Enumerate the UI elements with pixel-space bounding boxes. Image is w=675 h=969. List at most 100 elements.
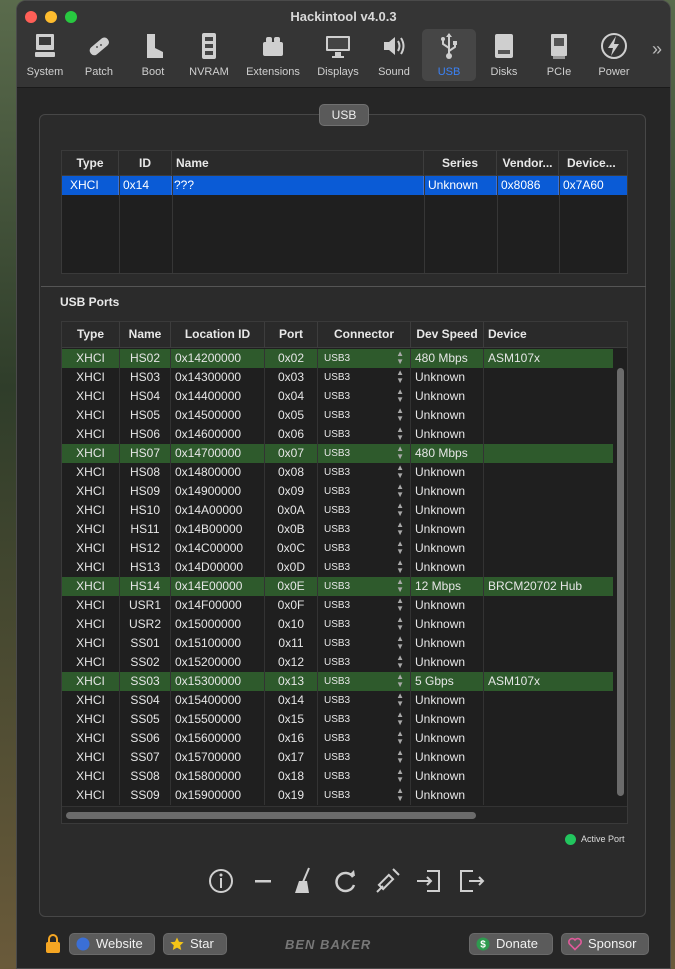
table-cell: Unknown xyxy=(411,729,484,748)
connector-select[interactable]: USB3 ▲ ▼ xyxy=(318,387,411,406)
controller-row[interactable]: XHCI 0x14 ??? Unknown 0x8086 0x7A60 xyxy=(62,176,627,195)
toolbar-overflow-button[interactable]: » xyxy=(652,39,662,60)
tab-pcie[interactable]: PCIe xyxy=(535,29,583,81)
column-header[interactable]: Port xyxy=(265,322,318,347)
table-row[interactable]: XHCI HS07 0x14700000 0x07 USB3 ▲ ▼ 480 Mbps xyxy=(62,444,613,463)
tab-disks[interactable]: Disks xyxy=(479,29,529,81)
connector-select[interactable]: USB3 ▲ ▼ xyxy=(318,558,411,577)
tab-sound[interactable]: Sound xyxy=(369,29,419,81)
table-cell-text: 0x14 xyxy=(277,693,305,707)
column-header[interactable]: Device xyxy=(484,322,627,347)
column-header[interactable]: Type xyxy=(62,151,119,175)
tab-power[interactable]: Power xyxy=(589,29,639,81)
tab-patch[interactable]: Patch xyxy=(75,29,123,81)
table-cell-text: 0x10 xyxy=(277,617,305,631)
connector-select[interactable]: USB3 ▲ ▼ xyxy=(318,349,411,368)
table-row[interactable]: XHCI HS08 0x14800000 0x08 USB3 ▲ ▼ Unknown xyxy=(62,463,613,482)
import-icon[interactable] xyxy=(413,865,445,897)
column-header[interactable]: Location ID xyxy=(171,322,265,347)
table-row[interactable]: XHCI HS10 0x14A00000 0x0A USB3 ▲ ▼ Unknown xyxy=(62,501,613,520)
table-row[interactable]: XHCI SS01 0x15100000 0x11 USB3 ▲ ▼ Unknown xyxy=(62,634,613,653)
connector-select[interactable]: USB3 ▲ ▼ xyxy=(318,406,411,425)
connector-select[interactable]: USB3 ▲ ▼ xyxy=(318,368,411,387)
table-row[interactable]: XHCI HS12 0x14C00000 0x0C USB3 ▲ ▼ Unknown xyxy=(62,539,613,558)
column-header[interactable]: Dev Speed xyxy=(411,322,484,347)
connector-select[interactable]: USB3 ▲ ▼ xyxy=(318,539,411,558)
sponsor-button[interactable]: Sponsor xyxy=(561,933,649,955)
table-row[interactable]: XHCI HS09 0x14900000 0x09 USB3 ▲ ▼ Unknown xyxy=(62,482,613,501)
star-button[interactable]: Star xyxy=(163,933,227,955)
connector-select[interactable]: USB3 ▲ ▼ xyxy=(318,615,411,634)
column-header[interactable]: Name xyxy=(120,322,171,347)
connector-select[interactable]: USB3 ▲ ▼ xyxy=(318,596,411,615)
updown-chevron-icon: ▲ ▼ xyxy=(396,444,404,461)
export-icon[interactable] xyxy=(455,865,487,897)
connector-select[interactable]: USB3 ▲ ▼ xyxy=(318,634,411,653)
table-row[interactable]: XHCI SS08 0x15800000 0x18 USB3 ▲ ▼ Unknown xyxy=(62,767,613,786)
connector-select[interactable]: USB3 ▲ ▼ xyxy=(318,767,411,786)
connector-select[interactable]: USB3 ▲ ▼ xyxy=(318,501,411,520)
column-header[interactable]: Type xyxy=(62,322,120,347)
table-row[interactable]: XHCI HS06 0x14600000 0x06 USB3 ▲ ▼ Unknown xyxy=(62,425,613,444)
connector-select[interactable]: USB3 ▲ ▼ xyxy=(318,710,411,729)
lock-icon[interactable] xyxy=(45,934,61,954)
connector-select[interactable]: USB3 ▲ ▼ xyxy=(318,691,411,710)
table-row[interactable]: XHCI HS11 0x14B00000 0x0B USB3 ▲ ▼ Unknown xyxy=(62,520,613,539)
column-header[interactable]: Device... xyxy=(559,151,627,175)
column-header[interactable]: Vendor... xyxy=(497,151,559,175)
table-row[interactable]: XHCI SS03 0x15300000 0x13 USB3 ▲ ▼ 5 Gbps ASM107… xyxy=(62,672,613,691)
table-row[interactable]: XHCI HS05 0x14500000 0x05 USB3 ▲ ▼ Unknown xyxy=(62,406,613,425)
table-cell-text: XHCI xyxy=(76,503,105,517)
connector-select[interactable]: USB3 ▲ ▼ xyxy=(318,786,411,805)
controllers-table[interactable]: Type ID Name Series Vendor... Device... … xyxy=(61,150,628,274)
table-cell: 0x15800000 xyxy=(171,767,265,786)
minus-icon[interactable] xyxy=(247,865,279,897)
connector-select[interactable]: USB3 ▲ ▼ xyxy=(318,672,411,691)
tab-boot[interactable]: Boot xyxy=(129,29,177,81)
connector-select[interactable]: USB3 ▲ ▼ xyxy=(318,444,411,463)
table-cell: 0x14200000 xyxy=(171,349,265,368)
info-icon[interactable] xyxy=(205,865,237,897)
tab-extensions[interactable]: Extensions xyxy=(241,29,305,81)
connector-select[interactable]: USB3 ▲ ▼ xyxy=(318,577,411,596)
connector-select[interactable]: USB3 ▲ ▼ xyxy=(318,729,411,748)
table-row[interactable]: XHCI HS02 0x14200000 0x02 USB3 ▲ ▼ 480 Mbps ASM1… xyxy=(62,349,613,368)
connector-select[interactable]: USB3 ▲ ▼ xyxy=(318,482,411,501)
usb-ports-table[interactable]: Type Name Location ID Port Connector Dev… xyxy=(61,321,628,824)
table-row[interactable]: XHCI HS13 0x14D00000 0x0D USB3 ▲ ▼ Unknown xyxy=(62,558,613,577)
connector-select[interactable]: USB3 ▲ ▼ xyxy=(318,748,411,767)
tab-system[interactable]: System xyxy=(21,29,69,81)
connector-select[interactable]: USB3 ▲ ▼ xyxy=(318,653,411,672)
table-row[interactable]: XHCI SS05 0x15500000 0x15 USB3 ▲ ▼ Unknown xyxy=(62,710,613,729)
table-row[interactable]: XHCI USR1 0x14F00000 0x0F USB3 ▲ ▼ Unknown xyxy=(62,596,613,615)
syringe-icon[interactable] xyxy=(371,865,403,897)
table-row[interactable]: XHCI HS14 0x14E00000 0x0E USB3 ▲ ▼ 12 Mbps BRCM2… xyxy=(62,577,613,596)
connector-select[interactable]: USB3 ▲ ▼ xyxy=(318,463,411,482)
connector-select[interactable]: USB3 ▲ ▼ xyxy=(318,425,411,444)
connector-select[interactable]: USB3 ▲ ▼ xyxy=(318,520,411,539)
vertical-scrollbar[interactable] xyxy=(617,368,624,796)
tab-usb[interactable]: USB xyxy=(422,29,476,81)
broom-icon[interactable] xyxy=(287,865,319,897)
refresh-icon[interactable] xyxy=(329,865,361,897)
table-row[interactable]: XHCI HS04 0x14400000 0x04 USB3 ▲ ▼ Unknown xyxy=(62,387,613,406)
column-header[interactable]: ID xyxy=(119,151,172,175)
table-row[interactable]: XHCI SS02 0x15200000 0x12 USB3 ▲ ▼ Unknown xyxy=(62,653,613,672)
table-row[interactable]: XHCI SS06 0x15600000 0x16 USB3 ▲ ▼ Unknown xyxy=(62,729,613,748)
tab-nvram[interactable]: NVRAM xyxy=(183,29,235,81)
tab-displays[interactable]: Displays xyxy=(311,29,365,81)
table-cell: Unknown xyxy=(411,520,484,539)
table-row[interactable]: XHCI SS07 0x15700000 0x17 USB3 ▲ ▼ Unknown xyxy=(62,748,613,767)
table-row[interactable]: XHCI USR2 0x15000000 0x10 USB3 ▲ ▼ Unknown xyxy=(62,615,613,634)
column-header[interactable]: Name xyxy=(172,151,424,175)
column-header[interactable]: Series xyxy=(424,151,497,175)
table-row[interactable]: XHCI SS04 0x15400000 0x14 USB3 ▲ ▼ Unknown xyxy=(62,691,613,710)
column-header[interactable]: Connector xyxy=(318,322,411,347)
table-row[interactable]: XHCI HS03 0x14300000 0x03 USB3 ▲ ▼ Unknown xyxy=(62,368,613,387)
table-cell: 0x14400000 xyxy=(171,387,265,406)
website-button[interactable]: Website xyxy=(69,933,155,955)
donate-button[interactable]: $ Donate xyxy=(469,933,553,955)
table-row[interactable]: XHCI SS09 0x15900000 0x19 USB3 ▲ ▼ Unknown xyxy=(62,786,613,805)
table-cell: 0x04 xyxy=(265,387,318,406)
horizontal-scrollbar[interactable] xyxy=(66,812,476,819)
